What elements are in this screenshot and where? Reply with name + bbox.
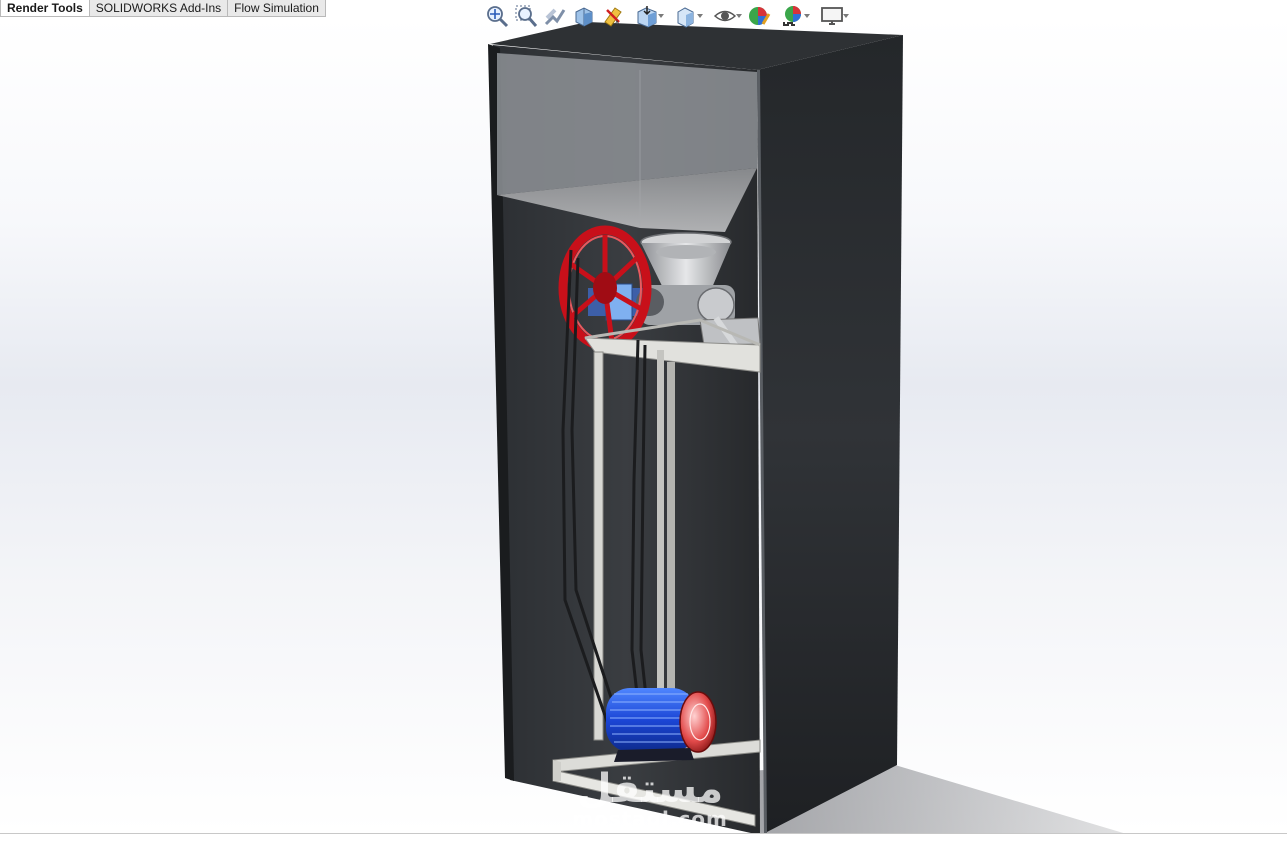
graphics-area[interactable]: مستقل mostaql.com <box>0 17 1287 833</box>
edit-appearance-icon <box>749 7 771 25</box>
previous-view-icon <box>544 8 566 26</box>
apply-scene-icon <box>783 6 801 26</box>
heads-up-view-toolbar: A <box>484 2 853 30</box>
tab-render-tools[interactable]: Render Tools <box>0 0 90 17</box>
section-view-icon <box>575 7 593 27</box>
zoom-to-area-icon <box>515 5 538 27</box>
hide-show-items-icon <box>713 10 737 22</box>
display-style-button[interactable] <box>668 3 704 29</box>
edit-appearance-button[interactable] <box>746 3 772 29</box>
hide-show-items-button[interactable] <box>707 3 743 29</box>
view-settings-icon <box>821 7 843 25</box>
zoom-to-fit-button[interactable] <box>484 3 510 29</box>
tab-flow-simulation[interactable]: Flow Simulation <box>228 0 326 17</box>
view-settings-dropdown-icon[interactable] <box>843 14 849 18</box>
apply-scene-button[interactable] <box>775 3 811 29</box>
view-orientation-button[interactable] <box>629 3 665 29</box>
previous-view-button[interactable] <box>542 3 568 29</box>
view-orientation-icon <box>637 6 657 28</box>
command-manager-tabs: Render Tools SOLIDWORKS Add-Ins Flow Sim… <box>0 0 326 17</box>
section-view-button[interactable] <box>571 3 597 29</box>
zoom-to-area-button[interactable] <box>513 3 539 29</box>
apply-scene-dropdown-icon[interactable] <box>804 14 810 18</box>
display-style-dropdown-icon[interactable] <box>697 14 703 18</box>
display-style-icon <box>677 7 694 28</box>
dynamic-annotation-views-icon: A <box>604 7 622 28</box>
view-orientation-dropdown-icon[interactable] <box>658 14 664 18</box>
zoom-to-fit-icon <box>487 6 509 28</box>
model-render <box>488 22 1124 833</box>
view-settings-button[interactable] <box>814 3 850 29</box>
tab-solidworks-add-ins[interactable]: SOLIDWORKS Add-Ins <box>89 0 229 17</box>
svg-text:A: A <box>614 19 620 28</box>
dynamic-annotation-views-button[interactable]: A <box>600 3 626 29</box>
hide-show-items-dropdown-icon[interactable] <box>736 14 742 18</box>
